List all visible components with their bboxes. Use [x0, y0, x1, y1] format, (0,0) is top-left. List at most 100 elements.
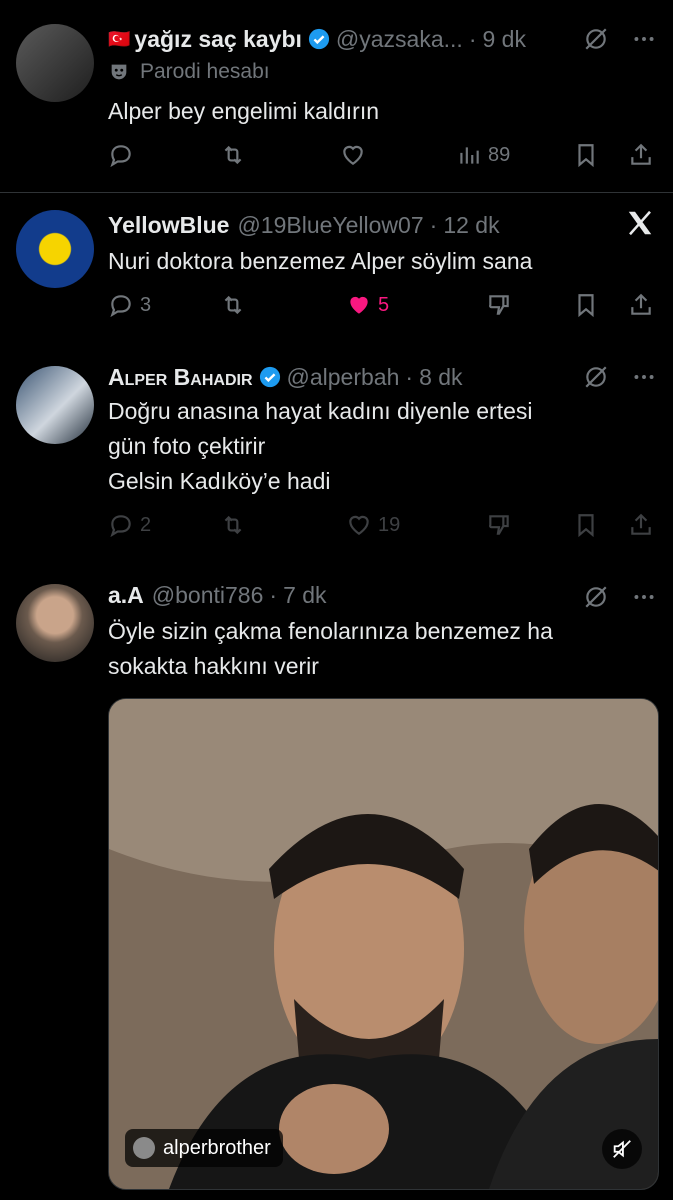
reply-icon	[110, 515, 131, 538]
timestamp[interactable]: 12 dk	[443, 212, 499, 239]
header-actions	[583, 360, 657, 394]
dislike-button[interactable]	[486, 292, 512, 318]
timestamp[interactable]: 9 dk	[483, 26, 526, 53]
grok-icon[interactable]	[583, 26, 609, 52]
media-photo	[109, 699, 658, 1189]
share-icon	[631, 143, 651, 165]
timestamp[interactable]: 8 dk	[419, 364, 462, 391]
tweet-text-line: sokakta hakkını verir	[108, 653, 319, 679]
tweet-text: Alper bey engelimi kaldırın	[108, 98, 380, 124]
retweet-button[interactable]	[220, 292, 246, 318]
retweet-button[interactable]	[220, 142, 246, 168]
more-icon[interactable]	[631, 26, 657, 52]
tweet-text: Nuri doktora benzemez Alper söylim sana	[108, 248, 533, 274]
reply-button[interactable]: 3	[108, 292, 151, 318]
action-bar: 89	[108, 138, 657, 172]
bookmark-icon	[578, 294, 594, 318]
share-button[interactable]	[628, 292, 654, 318]
avatar[interactable]	[16, 210, 94, 288]
share-button[interactable]	[628, 512, 654, 538]
reply-button[interactable]: 2	[108, 512, 151, 538]
share-icon	[631, 513, 651, 535]
dislike-button[interactable]	[486, 512, 512, 538]
views-count: 89	[488, 143, 511, 166]
action-bar: 2 19	[108, 508, 657, 542]
separator-dot: ·	[269, 581, 278, 608]
tweet-header: Alper Bahadır @alperbah · 8 dk	[108, 360, 657, 394]
tweet-header: YellowBlue @19BlueYellow07 · 12 dk	[108, 208, 657, 242]
handle[interactable]: @bonti786	[152, 582, 264, 609]
tweet-text-line: gün foto çektirir	[108, 433, 266, 459]
verified-badge-icon	[308, 28, 330, 50]
action-bar: 3 5	[108, 288, 657, 322]
separator-dot: ·	[429, 211, 438, 238]
display-name[interactable]: yağız saç kaybı	[134, 26, 302, 53]
tweet-2[interactable]: YellowBlue @19BlueYellow07 · 12 dk Nuri …	[0, 192, 673, 352]
retweet-icon	[224, 295, 242, 315]
parody-text: Parodi hesabı	[140, 60, 270, 83]
header-actions	[583, 580, 657, 614]
bookmark-icon	[578, 514, 594, 538]
bookmark-button[interactable]	[573, 142, 599, 168]
grok-icon[interactable]	[583, 584, 609, 610]
bookmark-button[interactable]	[573, 292, 599, 318]
mute-button[interactable]	[602, 1129, 642, 1169]
views-icon	[460, 147, 479, 164]
verified-badge-icon	[259, 366, 280, 388]
heart-icon	[349, 515, 369, 535]
retweet-icon	[224, 515, 242, 535]
handle[interactable]: @alperbah	[287, 364, 400, 391]
more-icon[interactable]	[631, 584, 657, 610]
parody-label: Parodi hesabı	[108, 60, 270, 84]
views-button[interactable]: 89	[456, 142, 510, 168]
tweet-header: a.A @bonti786 · 7 dk	[108, 578, 657, 612]
bookmark-icon	[578, 144, 594, 168]
tweet-header: 🇹🇷 yağız saç kaybı @yazsaka... · 9 dk	[108, 22, 657, 56]
handle[interactable]: @19BlueYellow07	[237, 212, 423, 239]
more-icon[interactable]	[631, 364, 657, 390]
handle[interactable]: @yazsaka...	[336, 26, 463, 53]
muted-speaker-icon	[613, 1140, 631, 1158]
like-button[interactable]: 19	[346, 512, 400, 538]
avatar[interactable]	[16, 584, 94, 662]
media-user-tag[interactable]: alperbrother	[125, 1129, 283, 1167]
reply-icon	[110, 295, 131, 318]
separator-dot: ·	[468, 25, 477, 52]
reply-count: 2	[140, 513, 152, 536]
bookmark-button[interactable]	[573, 512, 599, 538]
thumb-down-icon	[489, 515, 509, 535]
reply-icon	[110, 145, 131, 168]
avatar[interactable]	[16, 24, 94, 102]
heart-icon	[343, 145, 363, 165]
mask-icon	[111, 64, 127, 80]
heart-filled-icon	[350, 296, 368, 314]
thumb-down-icon	[489, 295, 509, 315]
tag-avatar	[133, 1137, 155, 1159]
display-name[interactable]: YellowBlue	[108, 212, 229, 239]
like-button[interactable]: 5	[346, 292, 389, 318]
tweet-3[interactable]: Alper Bahadır @alperbah · 8 dk Doğru ana…	[0, 352, 673, 578]
avatar[interactable]	[16, 366, 94, 444]
display-name[interactable]: a.A	[108, 582, 144, 609]
separator-dot: ·	[405, 363, 414, 390]
like-button[interactable]	[340, 142, 366, 168]
x-logo-icon[interactable]	[625, 208, 655, 238]
retweet-button[interactable]	[220, 512, 246, 538]
retweet-icon	[224, 145, 242, 165]
share-button[interactable]	[628, 142, 654, 168]
header-actions	[583, 22, 657, 56]
display-name[interactable]: Alper Bahadır	[108, 364, 253, 391]
reply-count: 3	[140, 293, 152, 316]
tweet-text-line: Doğru anasına hayat kadını diyenle ertes…	[108, 398, 533, 424]
tag-username: alperbrother	[163, 1136, 271, 1159]
grok-icon[interactable]	[583, 364, 609, 390]
timestamp[interactable]: 7 dk	[283, 582, 326, 609]
tweet-text-line: Gelsin Kadıköy’e hadi	[108, 468, 331, 494]
reply-button[interactable]	[108, 142, 134, 168]
tweet-text: Doğru anasına hayat kadını diyenle ertes…	[108, 394, 657, 499]
tweet-1[interactable]: 🇹🇷 yağız saç kaybı @yazsaka... · 9 dk Pa…	[0, 0, 673, 192]
tweet-text-line: Öyle sizin çakma fenolarınıza benzemez h…	[108, 618, 553, 644]
tweet-media-video[interactable]: alperbrother	[108, 698, 659, 1190]
flag-icon: 🇹🇷	[108, 28, 131, 49]
share-icon	[631, 293, 651, 315]
